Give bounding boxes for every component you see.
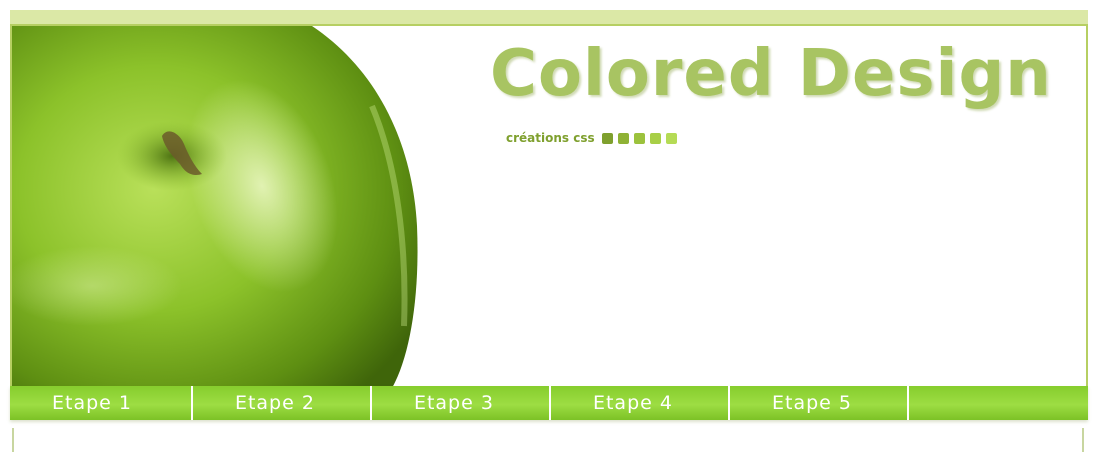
header-banner: Colored Design créations css — [10, 24, 1088, 388]
nav-item-etape-3[interactable]: Etape 3 — [372, 386, 551, 420]
nav-item-etape-1[interactable]: Etape 1 — [10, 386, 193, 420]
tagline-square-icon-4 — [649, 132, 661, 144]
site-tagline: créations css — [506, 131, 677, 145]
nav-item-etape-2[interactable]: Etape 2 — [193, 386, 372, 420]
nav-item-etape-4[interactable]: Etape 4 — [551, 386, 730, 420]
green-apple-image — [12, 26, 418, 388]
content-left-border — [12, 428, 14, 452]
tagline-square-icon-1 — [601, 132, 613, 144]
nav-item-etape-5[interactable]: Etape 5 — [730, 386, 909, 420]
tagline-square-icon-2 — [617, 132, 629, 144]
main-navigation: Etape 1 Etape 2 Etape 3 Etape 4 Etape 5 — [10, 386, 1088, 420]
site-title: Colored Design — [490, 37, 1052, 111]
tagline-text: créations css — [506, 131, 595, 145]
nav-item-empty — [909, 386, 1088, 420]
tagline-square-icon-3 — [633, 132, 645, 144]
tagline-square-icon-5 — [665, 132, 677, 144]
content-right-border — [1082, 428, 1084, 452]
top-band — [10, 10, 1088, 24]
page: Colored Design créations css Etape 1 Eta… — [0, 0, 1107, 452]
